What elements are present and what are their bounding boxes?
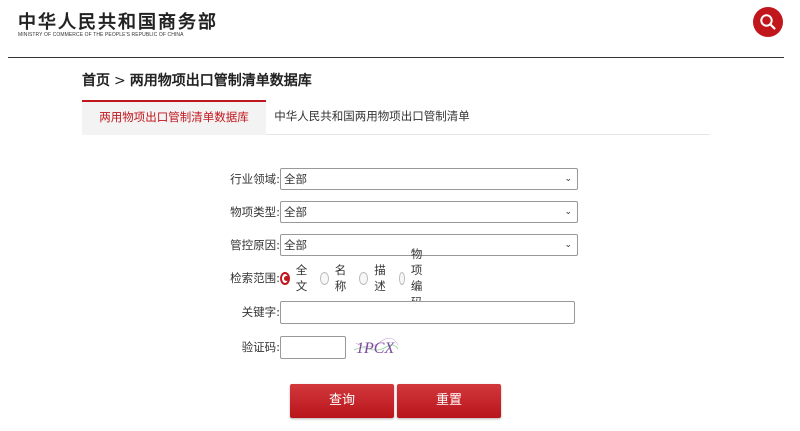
- control-reason-select-value: 全部: [284, 238, 307, 252]
- scope-radio-fulltext[interactable]: 全文: [280, 262, 311, 294]
- reset-button[interactable]: 重置: [397, 384, 501, 418]
- chevron-down-icon: ⌄: [564, 240, 572, 250]
- breadcrumb-separator: >: [114, 73, 126, 89]
- scope-radio-group: 全文 名称 描述 物项编码: [280, 247, 438, 309]
- scope-option-label: 全文: [295, 263, 308, 293]
- radio-unchecked-icon[interactable]: [319, 271, 329, 285]
- query-button[interactable]: 查询: [290, 384, 394, 418]
- scope-option-label: 描述: [374, 263, 386, 293]
- captcha-input[interactable]: [280, 336, 346, 359]
- scope-radio-description[interactable]: 描述: [359, 262, 390, 294]
- breadcrumb: 首页 > 两用物项出口管制清单数据库: [82, 70, 312, 90]
- item-type-select[interactable]: 全部 ⌄: [280, 201, 578, 223]
- industry-label: 行业领域:: [230, 172, 280, 186]
- search-icon: [760, 14, 776, 30]
- tab-database[interactable]: 两用物项出口管制清单数据库: [82, 100, 266, 135]
- scope-option-label: 名称: [334, 263, 347, 293]
- control-reason-label: 管控原因:: [230, 238, 280, 252]
- radio-checked-icon[interactable]: [280, 271, 290, 285]
- chevron-down-icon: ⌄: [564, 207, 572, 217]
- radio-unchecked-icon[interactable]: [359, 271, 369, 285]
- captcha-label: 验证码:: [241, 340, 280, 354]
- site-header: 中华人民共和国商务部 MINISTRY OF COMMERCE OF THE P…: [0, 0, 800, 58]
- breadcrumb-current: 两用物项出口管制清单数据库: [129, 73, 312, 89]
- industry-select-value: 全部: [284, 172, 307, 186]
- tab-control-list[interactable]: 中华人民共和国两用物项出口管制清单: [266, 100, 478, 133]
- radio-unchecked-icon[interactable]: [398, 271, 405, 285]
- logo-subtitle: MINISTRY OF COMMERCE OF THE PEOPLE'S REP…: [18, 32, 184, 38]
- captcha-image[interactable]: 1PCX: [352, 336, 400, 358]
- keyword-label: 关键字:: [241, 305, 280, 319]
- item-type-select-value: 全部: [284, 205, 307, 219]
- captcha-text: 1PCX: [356, 340, 395, 357]
- item-type-label: 物项类型:: [230, 205, 280, 219]
- header-divider: [8, 57, 784, 58]
- control-reason-select[interactable]: 全部 ⌄: [280, 234, 578, 256]
- scope-radio-name[interactable]: 名称: [319, 262, 351, 294]
- scope-label: 检索范围:: [230, 271, 280, 285]
- industry-select[interactable]: 全部 ⌄: [280, 168, 578, 190]
- chevron-down-icon: ⌄: [564, 174, 572, 184]
- logo-title[interactable]: 中华人民共和国商务部: [18, 8, 218, 34]
- tab-bar: 两用物项出口管制清单数据库 中华人民共和国两用物项出口管制清单: [82, 100, 710, 135]
- search-button[interactable]: [753, 7, 783, 37]
- keyword-input[interactable]: [280, 301, 575, 324]
- breadcrumb-home[interactable]: 首页: [82, 70, 110, 90]
